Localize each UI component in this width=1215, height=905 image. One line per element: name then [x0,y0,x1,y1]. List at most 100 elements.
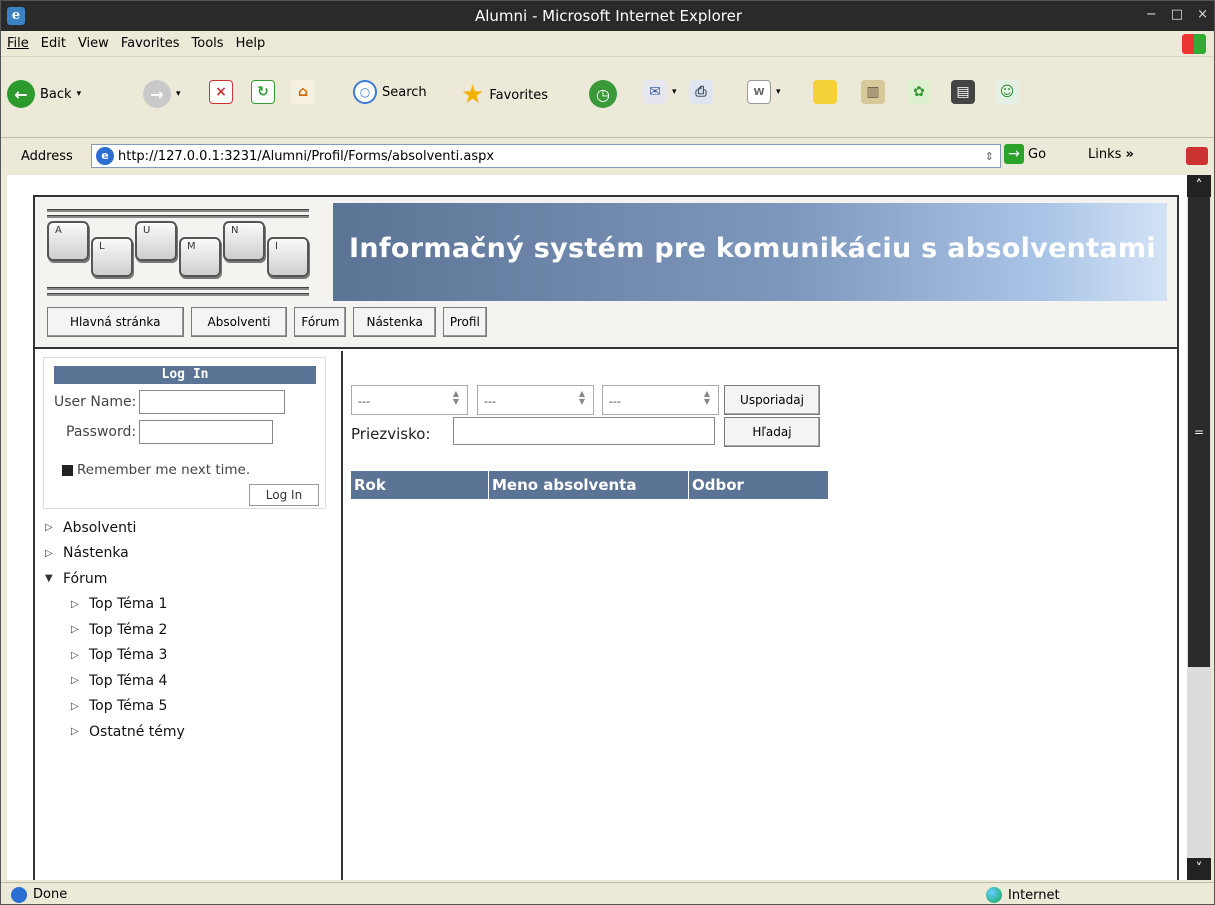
forward-arrow-icon: → [143,80,171,108]
tree-item-nastenka[interactable]: ▷ Nástenka [45,541,185,567]
search-button[interactable]: ○ Search [353,80,427,104]
menu-tools[interactable]: Tools [192,36,224,51]
mail-icon: ✉ [643,80,667,104]
nav-tree: ▷ Absolventi ▷ Nástenka ▼ Fórum ▷ Top Té… [45,515,185,745]
favorites-star-icon: ★ [461,80,485,110]
messenger-button[interactable]: ☺ [995,80,1019,104]
tree-item-top-tema-2[interactable]: ▷ Top Téma 2 [45,617,185,643]
scroll-thumb[interactable]: = [1188,197,1210,667]
expanded-arrow-icon: ▼ [45,573,53,585]
tree-item-top-tema-4[interactable]: ▷ Top Téma 4 [45,668,185,694]
minimize-button[interactable]: − [1146,7,1157,22]
menu-edit[interactable]: Edit [41,36,66,51]
logo-key-i: I [267,237,309,277]
page-viewport: A L U M N I Informačný systém pre komuni… [7,175,1187,880]
address-input[interactable]: e http://127.0.0.1:3231/Alumni/Profil/Fo… [91,144,1001,168]
login-button[interactable]: Log In [249,484,319,506]
nav-forum[interactable]: Fórum [294,307,347,337]
address-url: http://127.0.0.1:3231/Alumni/Profil/Form… [118,148,495,164]
scroll-up-icon[interactable]: ˄ [1187,175,1211,197]
tree-item-top-tema-5[interactable]: ▷ Top Téma 5 [45,694,185,720]
logo-line-bottom-2 [47,293,309,296]
year-select[interactable]: --- ▲ ▼ [351,385,468,415]
menu-bar: File Edit View Favorites Tools Help [1,31,1214,57]
windows-logo-icon [1182,34,1206,54]
back-button[interactable]: ← Back ▾ [7,80,81,108]
menu-help[interactable]: Help [236,36,266,51]
stop-button[interactable]: × [209,80,233,104]
spinner-icon: ▲ ▼ [452,389,459,406]
back-dropdown-icon[interactable]: ▾ [77,89,82,99]
archive-button[interactable]: ▤ [951,80,975,104]
address-dropdown-icon[interactable]: ⇕ [985,150,994,163]
nav-hlavna-stranka[interactable]: Hlavná stránka [47,307,184,337]
program-select[interactable]: --- ▲ ▼ [477,385,594,415]
order-select[interactable]: --- ▲ ▼ [602,385,719,415]
home-button[interactable]: ⌂ [291,80,315,104]
edit-button[interactable]: W ▾ [747,80,781,104]
tree-item-forum[interactable]: ▼ Fórum [45,566,185,592]
discuss-button[interactable] [813,80,837,104]
toolbar: ← Back ▾ → ▾ × ↻ ⌂ ○ Search ★ Favorites … [1,58,1214,138]
sort-button[interactable]: Usporiadaj [724,385,820,415]
stop-icon: × [209,80,233,104]
tree-item-top-tema-3[interactable]: ▷ Top Téma 3 [45,643,185,669]
vertical-scrollbar[interactable]: ˄ = ˅ [1187,175,1211,880]
remember-checkbox[interactable] [62,464,73,476]
icq-button[interactable]: ✿ [907,80,931,104]
edit-dropdown-icon[interactable]: ▾ [776,87,781,97]
mail-dropdown-icon[interactable]: ▾ [672,87,677,97]
tree-label: Top Téma 1 [89,596,168,613]
favorites-button[interactable]: ★ Favorites [461,80,548,110]
logo-key-a: A [47,221,89,261]
forward-button[interactable]: → ▾ [143,80,181,108]
site-title: Informačný systém pre komunikáciu s abso… [349,233,1156,264]
password-input[interactable] [139,420,274,444]
mail-button[interactable]: ✉ ▾ [643,80,677,104]
tree-item-absolventi[interactable]: ▷ Absolventi [45,515,185,541]
remember-label: Remember me next time. [77,462,251,478]
collapsed-arrow-icon: ▷ [71,726,79,738]
archive-icon: ▤ [951,80,975,104]
links-label: Links [1088,147,1122,162]
print-button[interactable]: ⎙ [689,80,713,104]
tree-item-top-tema-1[interactable]: ▷ Top Téma 1 [45,592,185,618]
close-button[interactable]: × [1197,7,1208,22]
nav-nastenka[interactable]: Nástenka [353,307,436,337]
column-odbor[interactable]: Odbor [688,471,828,499]
logo-line-top-2 [47,215,309,218]
print-icon: ⎙ [689,80,713,104]
menu-view[interactable]: View [78,36,109,51]
menu-file[interactable]: File [7,36,29,51]
logo-key-l: L [91,237,133,277]
go-arrow-icon: → [1004,144,1024,164]
forward-dropdown-icon[interactable]: ▾ [176,89,181,99]
search-submit-button[interactable]: Hľadaj [724,417,820,447]
history-icon: ◷ [589,80,617,108]
links-button[interactable]: Links » [1088,147,1134,162]
refresh-button[interactable]: ↻ [251,80,275,104]
back-arrow-icon: ← [7,80,35,108]
main-content: --- ▲ ▼ --- ▲ ▼ --- ▲ ▼ Usporiadaj Priezvis… [345,351,1177,880]
page-icon: e [96,147,114,165]
column-meno-absolventa[interactable]: Meno absolventa [488,471,688,499]
spinner-icon: ▲ ▼ [703,389,710,406]
scroll-down-icon[interactable]: ˅ [1187,858,1211,880]
toolbar-extra-icon[interactable] [1186,147,1208,165]
tree-item-ostatne-temy[interactable]: ▷ Ostatné témy [45,719,185,745]
research-button[interactable]: ▥ [861,80,885,104]
column-rok[interactable]: Rok [351,471,488,499]
history-button[interactable]: ◷ [589,80,617,108]
surname-input[interactable] [453,417,715,445]
menu-favorites[interactable]: Favorites [121,36,180,51]
nav-absolventi[interactable]: Absolventi [190,307,288,337]
username-input[interactable] [139,390,286,414]
maximize-button[interactable]: □ [1171,7,1183,22]
back-label: Back [40,86,72,102]
window-controls: − □ × [1146,7,1208,22]
site-header: A L U M N I Informačný systém pre komuni… [35,197,1177,349]
go-button[interactable]: → Go [1004,144,1046,164]
nav-profil[interactable]: Profil [442,307,487,337]
tree-label: Top Téma 4 [89,672,168,689]
site-banner: Informačný systém pre komunikáciu s abso… [333,203,1167,301]
